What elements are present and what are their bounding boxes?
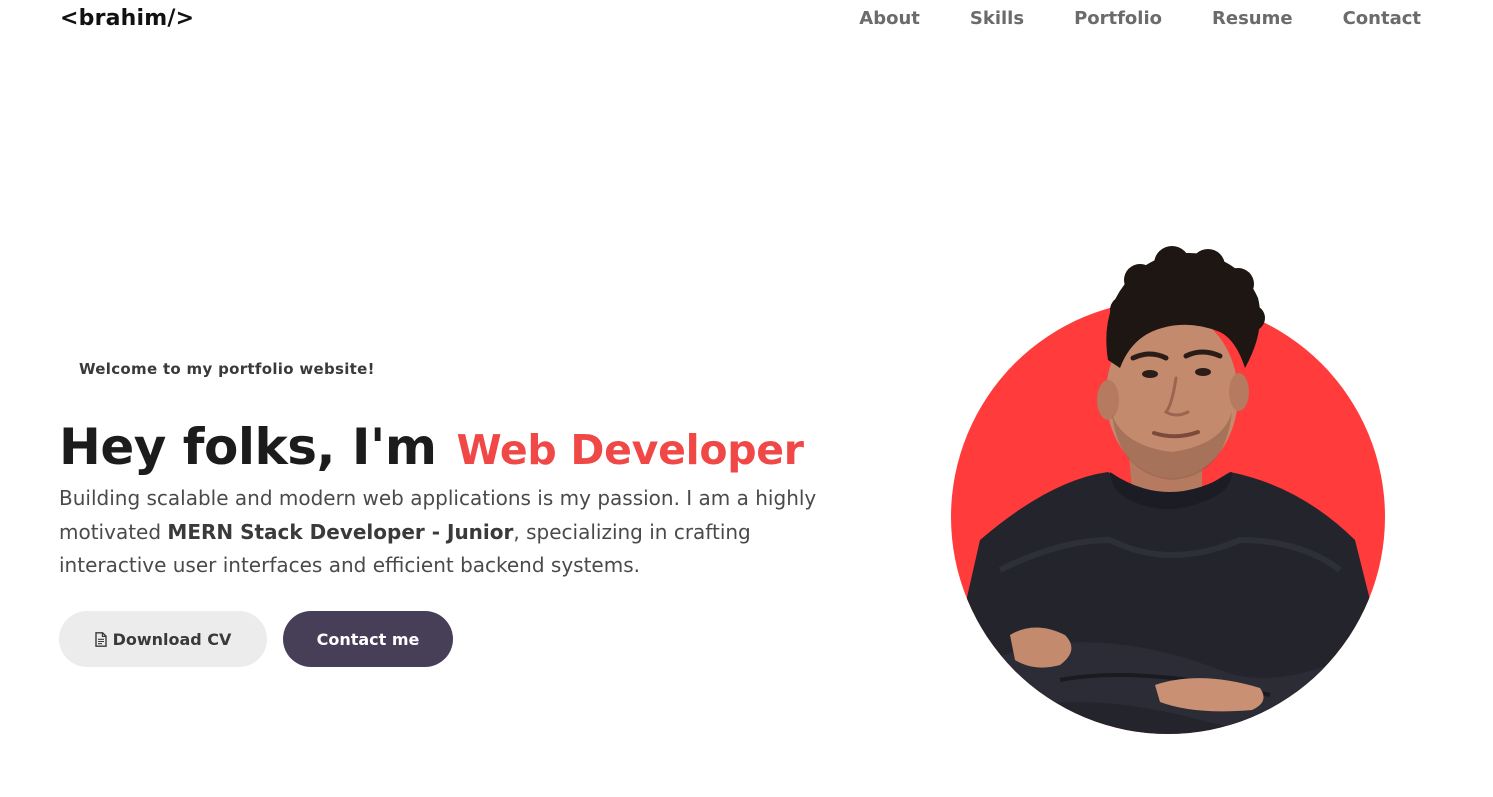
page: <brahim/> About Skills Portfolio Resume … bbox=[0, 0, 1493, 797]
welcome-text: Welcome to my portfolio website! bbox=[79, 360, 375, 378]
profile-photo bbox=[951, 246, 1385, 734]
nav-item-portfolio[interactable]: Portfolio bbox=[1074, 8, 1162, 29]
intro-highlight: MERN Stack Developer - Junior bbox=[167, 519, 514, 544]
hero-greeting: Hey folks, I'm bbox=[59, 418, 437, 476]
site-logo[interactable]: <brahim/> bbox=[60, 6, 194, 31]
hero-role: Web Developer bbox=[456, 426, 804, 474]
download-cv-button[interactable]: Download CV bbox=[59, 611, 267, 667]
nav-item-contact[interactable]: Contact bbox=[1343, 8, 1421, 29]
file-icon bbox=[94, 631, 107, 647]
hero-intro: Building scalable and modern web applica… bbox=[59, 482, 849, 583]
nav-item-about[interactable]: About bbox=[859, 8, 920, 29]
download-cv-label: Download CV bbox=[112, 629, 232, 649]
hero-headline: Hey folks, I'm Web Developer bbox=[59, 418, 804, 476]
nav-item-resume[interactable]: Resume bbox=[1212, 8, 1293, 29]
contact-me-button[interactable]: Contact me bbox=[283, 611, 453, 667]
main-nav: About Skills Portfolio Resume Contact bbox=[859, 8, 1421, 29]
contact-me-label: Contact me bbox=[316, 629, 420, 649]
nav-item-skills[interactable]: Skills bbox=[970, 8, 1024, 29]
